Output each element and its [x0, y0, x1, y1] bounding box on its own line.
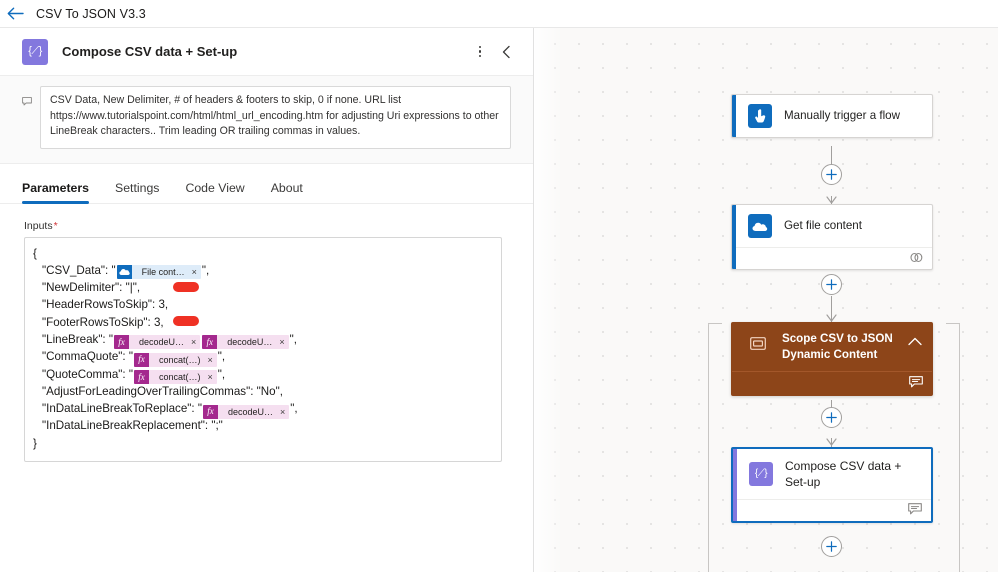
description-text[interactable]: CSV Data, New Delimiter, # of headers & …: [40, 86, 511, 149]
top-bar: CSV To JSON V3.3: [0, 0, 998, 28]
fx-icon: fx: [133, 370, 149, 385]
tab-code-view[interactable]: Code View: [185, 181, 244, 203]
compose-icon: {⟋}: [749, 462, 773, 486]
token-chip-concat-2[interactable]: fx concat(…) ×: [133, 370, 217, 385]
token-chip-concat-2-label: concat(…): [158, 372, 201, 383]
token-chip-concat-2-remove[interactable]: ×: [206, 370, 216, 384]
node-label: Get file content: [784, 219, 862, 232]
inputs-field-label: Inputs*: [24, 220, 511, 232]
onedrive-icon: [748, 214, 772, 238]
add-step-button-2[interactable]: [821, 274, 842, 295]
node-body: {⟋} Compose CSV data + Set-up: [733, 449, 931, 499]
token-chip-concat-1-label: concat(…): [158, 354, 201, 365]
tab-bar: Parameters Settings Code View About: [0, 164, 533, 204]
code-line-indata-linebreak-to-replace: "InDataLineBreakToReplace": " fx decodeU… ×…: [33, 400, 491, 419]
node-body: Scope CSV to JSON Dynamic Content: [732, 323, 932, 371]
tab-settings[interactable]: Settings: [115, 181, 159, 203]
code-line-line-break: "LineBreak": " fx decodeU… × fx decodeU… × ",: [33, 331, 491, 350]
code-key-line-break: "LineBreak": ": [42, 332, 113, 346]
node-accent-bar: [733, 449, 737, 521]
required-marker: *: [53, 219, 58, 232]
token-chip-decodeuri-3-label: decodeU…: [227, 406, 273, 417]
code-line-new-delimiter: "NewDelimiter": "|",: [42, 281, 141, 295]
token-chip-file-content-label: File cont…: [141, 266, 185, 277]
manual-trigger-icon: [748, 104, 772, 128]
code-key-quote-comma: "QuoteComma": ": [42, 367, 133, 381]
inputs-label-text: Inputs: [24, 219, 53, 232]
node-footer: [732, 371, 932, 395]
code-suffix-line-break: ",: [289, 332, 297, 346]
back-arrow-icon[interactable]: [0, 0, 30, 28]
flow-node-scope-csv-to-json-dynamic-content[interactable]: Scope CSV to JSON Dynamic Content: [731, 322, 933, 396]
token-chip-decodeuri-2-label: decodeU…: [227, 337, 273, 348]
code-suffix-indata-linebreak-to-replace: ",: [290, 402, 298, 416]
code-key-csv-data: "CSV_Data": ": [42, 263, 116, 277]
red-highlight-mark-1: [173, 281, 199, 292]
more-options-icon[interactable]: [469, 39, 491, 65]
node-body: Manually trigger a flow: [732, 95, 932, 137]
comment-icon[interactable]: [908, 502, 922, 520]
code-suffix-csv-data: ",: [201, 263, 210, 277]
node-label: Manually trigger a flow: [784, 109, 900, 122]
node-label: Scope CSV to JSON Dynamic Content: [782, 332, 893, 361]
code-line-csv-data: "CSV_Data": " File cont… × ",: [33, 262, 491, 279]
description-strip: CSV Data, New Delimiter, # of headers & …: [0, 76, 533, 164]
compose-icon-glyph: {⟋}: [28, 45, 42, 57]
flow-node-compose-csv-data-set-up[interactable]: {⟋} Compose CSV data + Set-up: [731, 447, 933, 523]
canvas-edge-shade: [535, 28, 563, 572]
token-chip-file-content-remove[interactable]: ×: [191, 265, 201, 279]
fx-icon: fx: [133, 352, 149, 367]
code-suffix-quote-comma: ",: [217, 367, 226, 381]
comment-icon: [22, 86, 40, 111]
node-footer: [732, 247, 932, 269]
code-line-open-brace: {: [33, 246, 37, 260]
code-line-adjust-for-leading-over-trailing-commas: "AdjustForLeadingOverTrailingCommas": "N…: [42, 384, 283, 398]
code-key-indata-linebreak-to-replace: "InDataLineBreakToReplace": ": [42, 402, 202, 416]
node-accent-bar: [732, 95, 736, 137]
tab-parameters[interactable]: Parameters: [22, 181, 89, 204]
compose-icon: {⟋}: [22, 38, 48, 65]
add-step-button-3[interactable]: [821, 407, 842, 428]
code-line-indata-linebreak-replacement: "InDataLineBreakReplacement": ";": [42, 419, 223, 433]
node-label: Compose CSV data + Set-up: [785, 459, 902, 489]
code-line-comma-quote: "CommaQuote": " fx concat(…) × ",: [33, 348, 491, 367]
token-chip-decodeuri-2-remove[interactable]: ×: [278, 335, 288, 349]
tab-about[interactable]: About: [271, 181, 303, 203]
scope-icon: [746, 331, 770, 355]
code-suffix-comma-quote: ",: [217, 350, 226, 364]
node-accent-bar: [732, 205, 736, 269]
inputs-area: Inputs* { "CSV_Data": " File cont… × ", "Ne…: [0, 204, 533, 463]
flow-canvas[interactable]: Manually trigger a flow Get file content: [535, 28, 998, 572]
token-chip-decodeuri-3-remove[interactable]: ×: [279, 405, 289, 419]
flow-node-manually-trigger-a-flow[interactable]: Manually trigger a flow: [731, 94, 933, 138]
code-line-footer-rows-to-skip: "FooterRowsToSkip": 3,: [42, 315, 164, 329]
add-step-button-4[interactable]: [821, 536, 842, 557]
compose-icon-glyph: {⟋}: [754, 468, 768, 479]
red-highlight-mark-2: [173, 315, 199, 326]
inputs-code-editor[interactable]: { "CSV_Data": " File cont… × ", "NewDelimit…: [24, 236, 502, 463]
node-body: Get file content: [732, 205, 932, 247]
flow-title: CSV To JSON V3.3: [36, 6, 146, 21]
onedrive-icon: [116, 264, 132, 279]
code-line-quote-comma: "QuoteComma": " fx concat(…) × ",: [33, 366, 491, 385]
node-footer: [733, 499, 931, 521]
action-details-panel: {⟋} Compose CSV data + Set-up CSV Data, …: [0, 28, 534, 572]
code-line-close-brace: }: [33, 436, 37, 450]
code-key-comma-quote: "CommaQuote": ": [42, 350, 133, 364]
flow-node-get-file-content[interactable]: Get file content: [731, 204, 933, 270]
chevron-up-icon[interactable]: [908, 331, 922, 351]
page-title: Compose CSV data + Set-up: [62, 44, 238, 59]
chevron-left-icon[interactable]: [493, 39, 519, 65]
token-chip-concat-1-remove[interactable]: ×: [206, 353, 216, 367]
more-options-dots: [478, 45, 482, 58]
connector-arrow-3: [826, 438, 837, 446]
code-line-header-rows-to-skip: "HeaderRowsToSkip": 3,: [42, 298, 169, 312]
token-chip-concat-1[interactable]: fx concat(…) ×: [133, 352, 217, 367]
add-step-button-1[interactable]: [821, 164, 842, 185]
token-chip-file-content[interactable]: File cont… ×: [116, 264, 201, 279]
link-icon[interactable]: [910, 250, 923, 268]
comment-icon[interactable]: [909, 375, 923, 393]
panel-header: {⟋} Compose CSV data + Set-up: [0, 28, 533, 76]
